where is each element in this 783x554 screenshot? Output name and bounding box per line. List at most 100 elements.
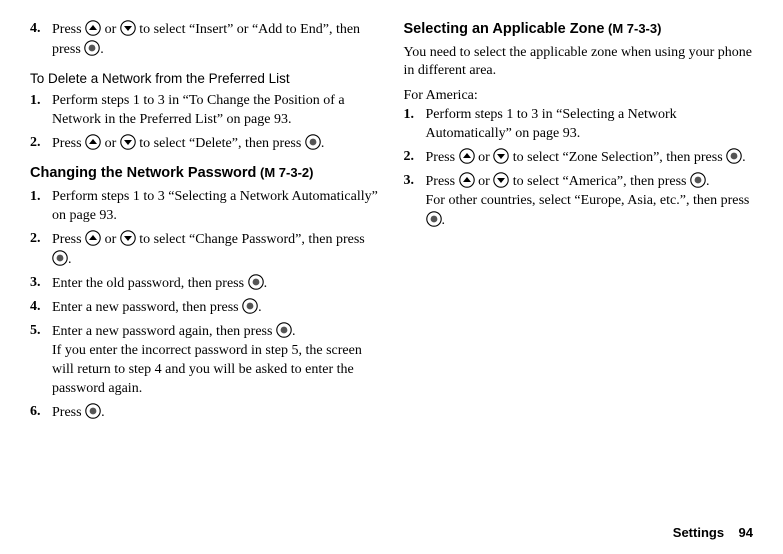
ok-icon xyxy=(690,172,706,192)
down-icon xyxy=(493,172,509,192)
ok-icon xyxy=(276,322,292,342)
footer-label: Settings xyxy=(673,525,724,540)
note: If you enter the incorrect password in s… xyxy=(52,342,380,399)
zone-step-2: 2. Press or to select “Zone Selection”, … xyxy=(404,148,754,168)
text: . xyxy=(258,300,262,315)
step-body: Enter the old password, then press . xyxy=(52,274,380,294)
down-icon xyxy=(493,148,509,168)
text: . xyxy=(442,213,446,228)
step-number: 3. xyxy=(30,274,52,294)
up-icon xyxy=(459,172,475,192)
step-number: 2. xyxy=(30,134,52,154)
text: or xyxy=(101,136,120,151)
ok-icon xyxy=(426,211,442,231)
text: or xyxy=(475,174,494,189)
step-number: 2. xyxy=(404,148,426,168)
step-body: Perform steps 1 to 3 “Selecting a Networ… xyxy=(52,188,380,226)
step-number: 1. xyxy=(404,106,426,144)
down-icon xyxy=(120,134,136,154)
step-number: 1. xyxy=(30,188,52,226)
step-number: 2. xyxy=(30,230,52,270)
up-icon xyxy=(459,148,475,168)
ok-icon xyxy=(242,298,258,318)
text: Press xyxy=(426,174,459,189)
text: . xyxy=(68,252,72,267)
ok-icon xyxy=(85,403,101,423)
text: Press xyxy=(426,150,459,165)
chg-step-5: 5. Enter a new password again, then pres… xyxy=(30,322,380,399)
text: . xyxy=(706,174,710,189)
step-body: Perform steps 1 to 3 in “Selecting a Net… xyxy=(426,106,754,144)
heading-text: Changing the Network Password xyxy=(30,165,256,181)
page-footer: Settings 94 xyxy=(673,524,753,542)
step-body: Enter a new password, then press . xyxy=(52,298,380,318)
change-password-heading: Changing the Network Password (M 7-3-2) xyxy=(30,164,380,184)
del-step-2: 2. Press or to select “Delete”, then pre… xyxy=(30,134,380,154)
right-column: Selecting an Applicable Zone (M 7-3-3) Y… xyxy=(404,20,754,427)
down-icon xyxy=(120,230,136,250)
zone-step-1: 1. Perform steps 1 to 3 in “Selecting a … xyxy=(404,106,754,144)
text: . xyxy=(292,324,296,339)
text: . xyxy=(101,405,105,420)
step-body: Enter a new password again, then press .… xyxy=(52,322,380,399)
step-number: 5. xyxy=(30,322,52,399)
chg-step-2: 2. Press or to select “Change Password”,… xyxy=(30,230,380,270)
step-number: 6. xyxy=(30,403,52,423)
del-step-1: 1. Perform steps 1 to 3 in “To Change th… xyxy=(30,92,380,130)
text: to select “America”, then press xyxy=(509,174,690,189)
text: Press xyxy=(52,232,85,247)
step-body: Press . xyxy=(52,403,380,423)
text: or xyxy=(101,232,120,247)
text: or xyxy=(475,150,494,165)
up-icon xyxy=(85,230,101,250)
text: For other countries, select “Europe, Asi… xyxy=(426,193,750,208)
text: Enter a new password, then press xyxy=(52,300,242,315)
up-icon xyxy=(85,134,101,154)
text: to select “Zone Selection”, then press xyxy=(509,150,726,165)
ok-icon xyxy=(84,40,100,60)
chg-step-1: 1. Perform steps 1 to 3 “Selecting a Net… xyxy=(30,188,380,226)
ok-icon xyxy=(305,134,321,154)
heading-text: Selecting an Applicable Zone xyxy=(404,21,605,37)
step-number: 3. xyxy=(404,172,426,231)
left-column: 4. Press or to select “Insert” or “Add t… xyxy=(30,20,380,427)
ok-icon xyxy=(52,250,68,270)
step-body: Press or to select “Insert” or “Add to E… xyxy=(52,20,380,60)
step-body: Press or to select “Delete”, then press … xyxy=(52,134,380,154)
down-icon xyxy=(120,20,136,40)
text: Press xyxy=(52,22,85,37)
chg-step-4: 4. Enter a new password, then press . xyxy=(30,298,380,318)
step-body: Press or to select “Change Password”, th… xyxy=(52,230,380,270)
text: Press xyxy=(52,405,85,420)
text: . xyxy=(321,136,325,151)
up-icon xyxy=(85,20,101,40)
menu-code: (M 7-3-3) xyxy=(604,21,661,36)
text: to select “Delete”, then press xyxy=(136,136,305,151)
page-number: 94 xyxy=(739,525,753,540)
delete-heading: To Delete a Network from the Preferred L… xyxy=(30,70,380,88)
for-america-label: For America: xyxy=(404,87,754,106)
text: Enter the old password, then press xyxy=(52,276,248,291)
step-number: 4. xyxy=(30,298,52,318)
step-number: 4. xyxy=(30,20,52,60)
text: Press xyxy=(52,136,85,151)
step-number: 1. xyxy=(30,92,52,130)
zone-step-3: 3. Press or to select “America”, then pr… xyxy=(404,172,754,231)
chg-step-3: 3. Enter the old password, then press . xyxy=(30,274,380,294)
note: For other countries, select “Europe, Asi… xyxy=(426,192,754,231)
ok-icon xyxy=(726,148,742,168)
menu-code: (M 7-3-2) xyxy=(256,165,313,180)
step-body: Press or to select “America”, then press… xyxy=(426,172,754,231)
text: Enter a new password again, then press xyxy=(52,324,276,339)
page-columns: 4. Press or to select “Insert” or “Add t… xyxy=(30,20,753,427)
step-body: Perform steps 1 to 3 in “To Change the P… xyxy=(52,92,380,130)
ok-icon xyxy=(248,274,264,294)
zone-heading: Selecting an Applicable Zone (M 7-3-3) xyxy=(404,20,754,40)
step-4: 4. Press or to select “Insert” or “Add t… xyxy=(30,20,380,60)
step-body: Press or to select “Zone Selection”, the… xyxy=(426,148,754,168)
text: to select “Change Password”, then press xyxy=(136,232,365,247)
text: . xyxy=(742,150,746,165)
text: . xyxy=(264,276,268,291)
text: or xyxy=(101,22,120,37)
zone-intro: You need to select the applicable zone w… xyxy=(404,44,754,82)
